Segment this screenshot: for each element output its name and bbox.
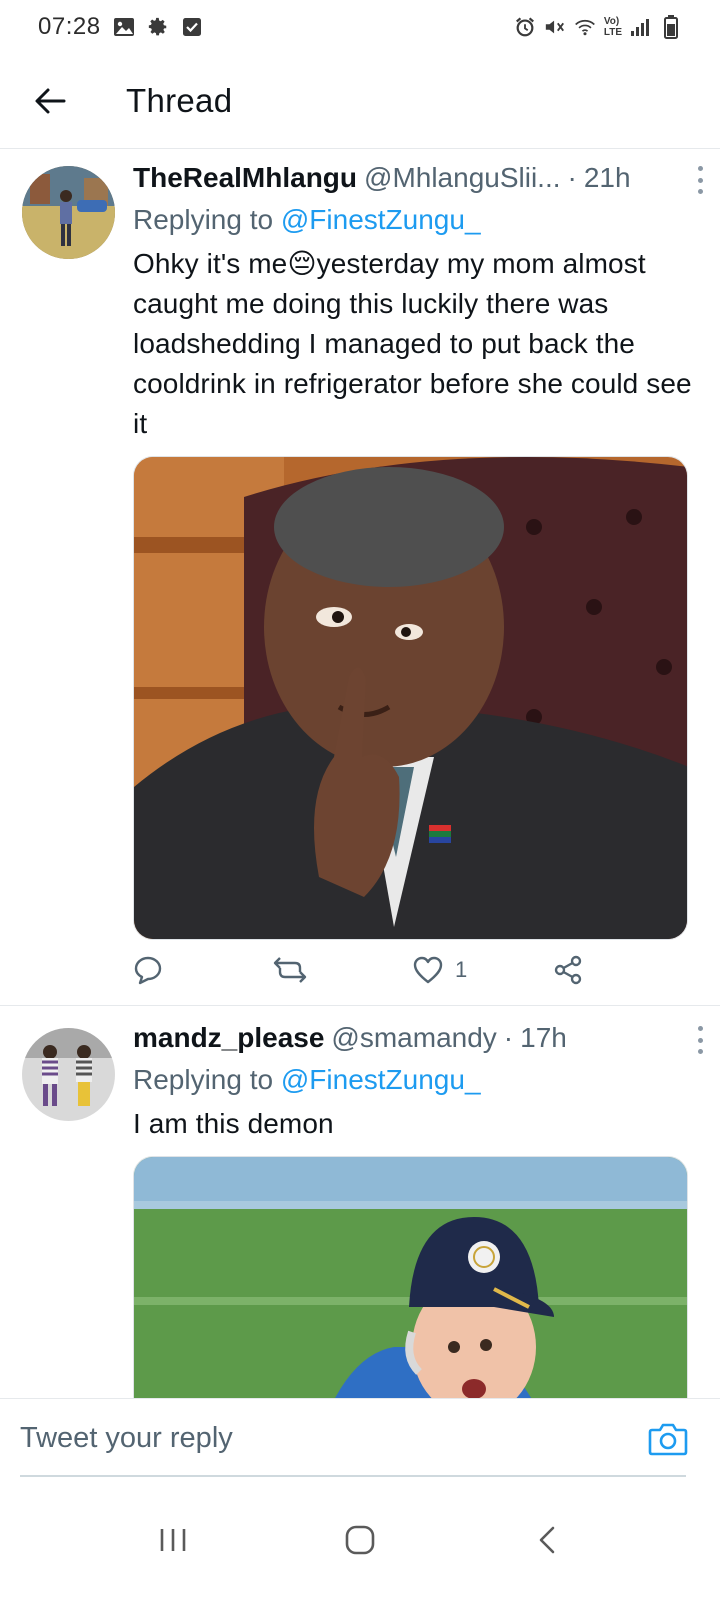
- volte-icon: Vo) LTE: [604, 16, 622, 38]
- back-icon: [539, 1526, 554, 1554]
- like-count: 1: [455, 957, 468, 982]
- emoji-pensive: 😔: [287, 248, 317, 279]
- tweet-2[interactable]: mandz_please @smamandy · 17h Replying to…: [0, 1006, 720, 1398]
- avatar[interactable]: [22, 166, 115, 259]
- composer-underline: [20, 1475, 686, 1477]
- replying-to-mention[interactable]: @FinestZungu_: [281, 1064, 481, 1095]
- separator: ·: [567, 162, 577, 193]
- signal-icon: [630, 16, 652, 38]
- recent-apps-icon: [161, 1529, 186, 1551]
- tweet-header: mandz_please @smamandy · 17h: [133, 1020, 703, 1056]
- tweet-media-image[interactable]: [133, 456, 688, 940]
- nav-back-button[interactable]: [517, 1510, 577, 1570]
- handle[interactable]: @smamandy: [331, 1020, 496, 1056]
- tweet-header: TheRealMhlangu @MhlanguSlii... · 21h: [133, 160, 703, 196]
- system-nav-bar: [0, 1480, 720, 1600]
- status-left: 07:28: [38, 13, 203, 41]
- gear-icon: [147, 16, 169, 38]
- home-button[interactable]: [330, 1510, 390, 1570]
- more-options-button[interactable]: [687, 1026, 713, 1054]
- more-options-button[interactable]: [687, 166, 713, 194]
- volte-label-bottom: LTE: [603, 27, 622, 38]
- share-button[interactable]: [553, 955, 593, 985]
- separator: ·: [503, 1022, 514, 1053]
- status-right: Vo) LTE: [514, 15, 682, 39]
- display-name[interactable]: TheRealMhlangu: [133, 160, 357, 196]
- reply-composer: [0, 1398, 720, 1478]
- tweet-1[interactable]: TheRealMhlangu @MhlanguSlii... · 21h Rep…: [0, 150, 720, 1005]
- reply-button[interactable]: [133, 955, 273, 985]
- tweet-body: TheRealMhlangu @MhlanguSlii... · 21h Rep…: [133, 160, 703, 940]
- tweet-text-part-1: Ohky it's me: [133, 248, 288, 279]
- comment-icon: [134, 956, 162, 985]
- timestamp: 17h: [520, 1022, 567, 1053]
- tweet-text: I am this demon: [133, 1108, 334, 1139]
- replying-prefix: Replying to: [133, 1064, 274, 1095]
- thread-header: Thread: [0, 54, 720, 149]
- image-icon: [113, 16, 135, 38]
- replying-to: Replying to @FinestZungu_: [133, 200, 701, 240]
- volte-label-top: Vo): [603, 16, 620, 27]
- wifi-icon: [574, 16, 596, 38]
- arrow-left-icon: [35, 88, 66, 114]
- camera-icon: [648, 1423, 688, 1456]
- status-bar: 07:28 Vo) LTE: [0, 0, 720, 54]
- home-icon: [345, 1525, 375, 1555]
- timestamp: 21h: [583, 162, 631, 193]
- tweet-body: mandz_please @smamandy · 17h Replying to…: [133, 1020, 703, 1398]
- retweet-button[interactable]: [273, 956, 413, 984]
- handle[interactable]: @MhlanguSlii...: [364, 160, 561, 196]
- tweet-text: Ohky it's me😔yesterday my mom almost cau…: [133, 244, 701, 444]
- back-button[interactable]: [20, 71, 80, 131]
- check-box-icon: [181, 16, 203, 38]
- heart-icon: [413, 956, 443, 984]
- battery-icon: [660, 15, 682, 39]
- retweet-icon: [273, 957, 307, 983]
- display-name[interactable]: mandz_please: [133, 1020, 324, 1056]
- recent-apps-button[interactable]: [143, 1510, 203, 1570]
- like-button[interactable]: 1: [413, 956, 553, 984]
- share-icon: [554, 955, 582, 985]
- camera-button[interactable]: [648, 1421, 688, 1457]
- status-time: 07:28: [38, 13, 101, 40]
- tweet-actions: 1: [133, 955, 603, 985]
- mute-icon: [544, 16, 566, 38]
- reply-input[interactable]: [20, 1399, 620, 1477]
- page-title: Thread: [126, 82, 233, 119]
- avatar[interactable]: [22, 1028, 115, 1121]
- replying-prefix: Replying to: [133, 204, 274, 235]
- tweet-media-image[interactable]: [133, 1156, 688, 1398]
- replying-to-mention[interactable]: @FinestZungu_: [281, 204, 481, 235]
- alarm-icon: [514, 16, 536, 38]
- replying-to: Replying to @FinestZungu_: [133, 1060, 701, 1100]
